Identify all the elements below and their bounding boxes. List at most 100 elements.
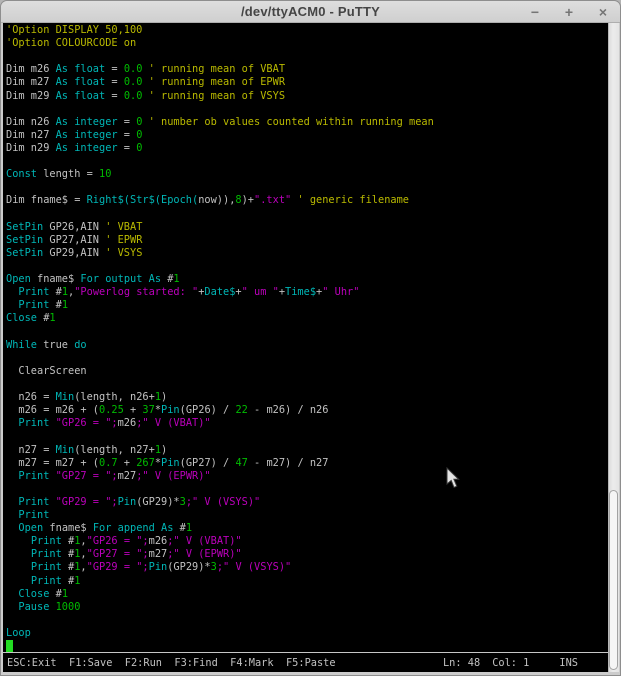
code-segment: # xyxy=(173,522,185,534)
title-bar[interactable]: /dev/ttyACM0 - PuTTY − + × xyxy=(1,1,620,23)
code-segment: (GP29)* xyxy=(167,561,210,573)
code-segment: Dim m27 xyxy=(6,76,56,88)
code-line: m26 = m26 + (0.25 + 37*Pin(GP26) / 22 - … xyxy=(6,404,608,417)
code-segment: + xyxy=(124,404,143,416)
code-segment: Time$ xyxy=(285,286,316,298)
code-segment: fname$ xyxy=(31,273,81,285)
code-segment: 1 xyxy=(62,588,68,600)
code-segment: 1 xyxy=(74,575,80,587)
code-segment: ;" V (VSYS)" xyxy=(217,561,291,573)
code-segment: Pin xyxy=(161,457,180,469)
line-indicator: Ln: 48 xyxy=(443,657,480,669)
scrollbar-thumb[interactable] xyxy=(609,490,618,670)
code-line: Dim m29 As float = 0.0 ' running mean of… xyxy=(6,90,608,103)
code-line: SetPin GP27,AIN ' EPWR xyxy=(6,234,608,247)
code-segment: 0.0 xyxy=(124,76,143,88)
code-segment: ;" V (VBAT)" xyxy=(136,417,210,429)
code-segment: ' running mean of EPWR xyxy=(142,76,285,88)
code-segment: Print xyxy=(18,286,49,298)
code-segment xyxy=(6,548,31,560)
code-segment: = xyxy=(105,76,124,88)
code-segment: As integer xyxy=(56,142,118,154)
code-segment: 22 xyxy=(235,404,247,416)
code-segment: Right$( xyxy=(87,194,130,206)
code-line: Print "GP27 = ";m27;" V (EPWR)" xyxy=(6,470,608,483)
code-line: Print xyxy=(6,509,608,522)
code-segment xyxy=(6,509,18,521)
code-segment: m26 xyxy=(149,535,168,547)
code-segment: ' generic filename xyxy=(291,194,409,206)
code-segment: # xyxy=(62,575,74,587)
maximize-button[interactable]: + xyxy=(562,5,576,19)
code-segment: ) xyxy=(161,391,167,403)
minimize-button[interactable]: − xyxy=(528,5,542,19)
code-segment xyxy=(6,286,18,298)
code-line xyxy=(6,378,608,391)
code-line: 'Option COLOURCODE on xyxy=(6,37,608,50)
code-line: Open fname$ For append As #1 xyxy=(6,522,608,535)
code-segment: Str$( xyxy=(130,194,161,206)
code-segment: - m27) / n27 xyxy=(248,457,329,469)
code-segment: Pin xyxy=(118,496,137,508)
code-line xyxy=(6,260,608,273)
code-segment: ".txt" xyxy=(254,194,291,206)
code-segment: # xyxy=(62,535,74,547)
code-segment: " Uhr" xyxy=(322,286,359,298)
code-segment: ;" V (VBAT)" xyxy=(167,535,241,547)
code-segment: "Powerlog started: " xyxy=(74,286,198,298)
code-segment: (length, n27+ xyxy=(74,444,155,456)
code-segment: Print xyxy=(31,535,62,547)
code-segment: (length, n26+ xyxy=(74,391,155,403)
code-segment: ClearScreen xyxy=(6,365,87,377)
code-segment: = xyxy=(118,129,137,141)
code-line: Dim n27 As integer = 0 xyxy=(6,129,608,142)
code-segment: "GP26 = "; xyxy=(56,417,118,429)
code-segment: Dim fname$ = xyxy=(6,194,87,206)
code-segment: "GP26 = "; xyxy=(87,535,149,547)
code-segment: 47 xyxy=(235,457,247,469)
putty-window: /dev/ttyACM0 - PuTTY − + × 'Option DISPL… xyxy=(0,0,621,676)
code-line xyxy=(6,352,608,365)
code-segment: 37 xyxy=(142,404,154,416)
code-line xyxy=(6,483,608,496)
code-line: Dim n29 As integer = 0 xyxy=(6,142,608,155)
code-segment: "GP29 = "; xyxy=(87,561,149,573)
code-segment: 1000 xyxy=(56,601,81,613)
code-segment: Dim n26 xyxy=(6,116,56,128)
code-line: Print #1,"GP26 = ";m26;" V (VBAT)" xyxy=(6,535,608,548)
code-segment: Close xyxy=(18,588,49,600)
code-line: Print "GP29 = ";Pin(GP29)*3;" V (VSYS)" xyxy=(6,496,608,509)
terminal-screen[interactable]: 'Option DISPLAY 50,100'Option COLOURCODE… xyxy=(3,23,608,672)
code-segment: 1 xyxy=(173,273,179,285)
code-segment: ) xyxy=(161,444,167,456)
code-segment: As float xyxy=(56,63,106,75)
scrollbar-track[interactable] xyxy=(608,23,619,672)
code-segment: 0.25 xyxy=(99,404,124,416)
code-segment: 0.0 xyxy=(124,90,143,102)
code-segment: 1 xyxy=(186,522,192,534)
code-segment: Dim n29 xyxy=(6,142,56,154)
code-segment: = xyxy=(118,142,137,154)
code-line: Loop xyxy=(6,627,608,640)
code-segment: GP29,AIN xyxy=(43,247,99,259)
code-segment: (GP29)* xyxy=(136,496,179,508)
code-segment: As float xyxy=(56,90,106,102)
text-cursor xyxy=(6,640,13,652)
code-segment: # xyxy=(37,312,49,324)
code-segment: m26 = m26 + ( xyxy=(6,404,99,416)
code-segment: # xyxy=(62,548,74,560)
code-line: Dim m27 As float = 0.0 ' running mean of… xyxy=(6,76,608,89)
code-line: Close #1 xyxy=(6,312,608,325)
code-segment: GP26,AIN xyxy=(43,221,99,233)
code-line: 'Option DISPLAY 50,100 xyxy=(6,24,608,37)
code-segment xyxy=(6,299,18,311)
code-line xyxy=(6,430,608,443)
code-segment: As integer xyxy=(56,129,118,141)
code-line: Print #1 xyxy=(6,299,608,312)
close-button[interactable]: × xyxy=(596,5,610,19)
code-segment: Open xyxy=(18,522,43,534)
code-segment: 'Option DISPLAY 50,100 xyxy=(6,24,142,36)
code-segment: As integer xyxy=(56,116,118,128)
code-segment xyxy=(6,561,31,573)
code-segment: ' number ob values counted within runnin… xyxy=(142,116,433,128)
